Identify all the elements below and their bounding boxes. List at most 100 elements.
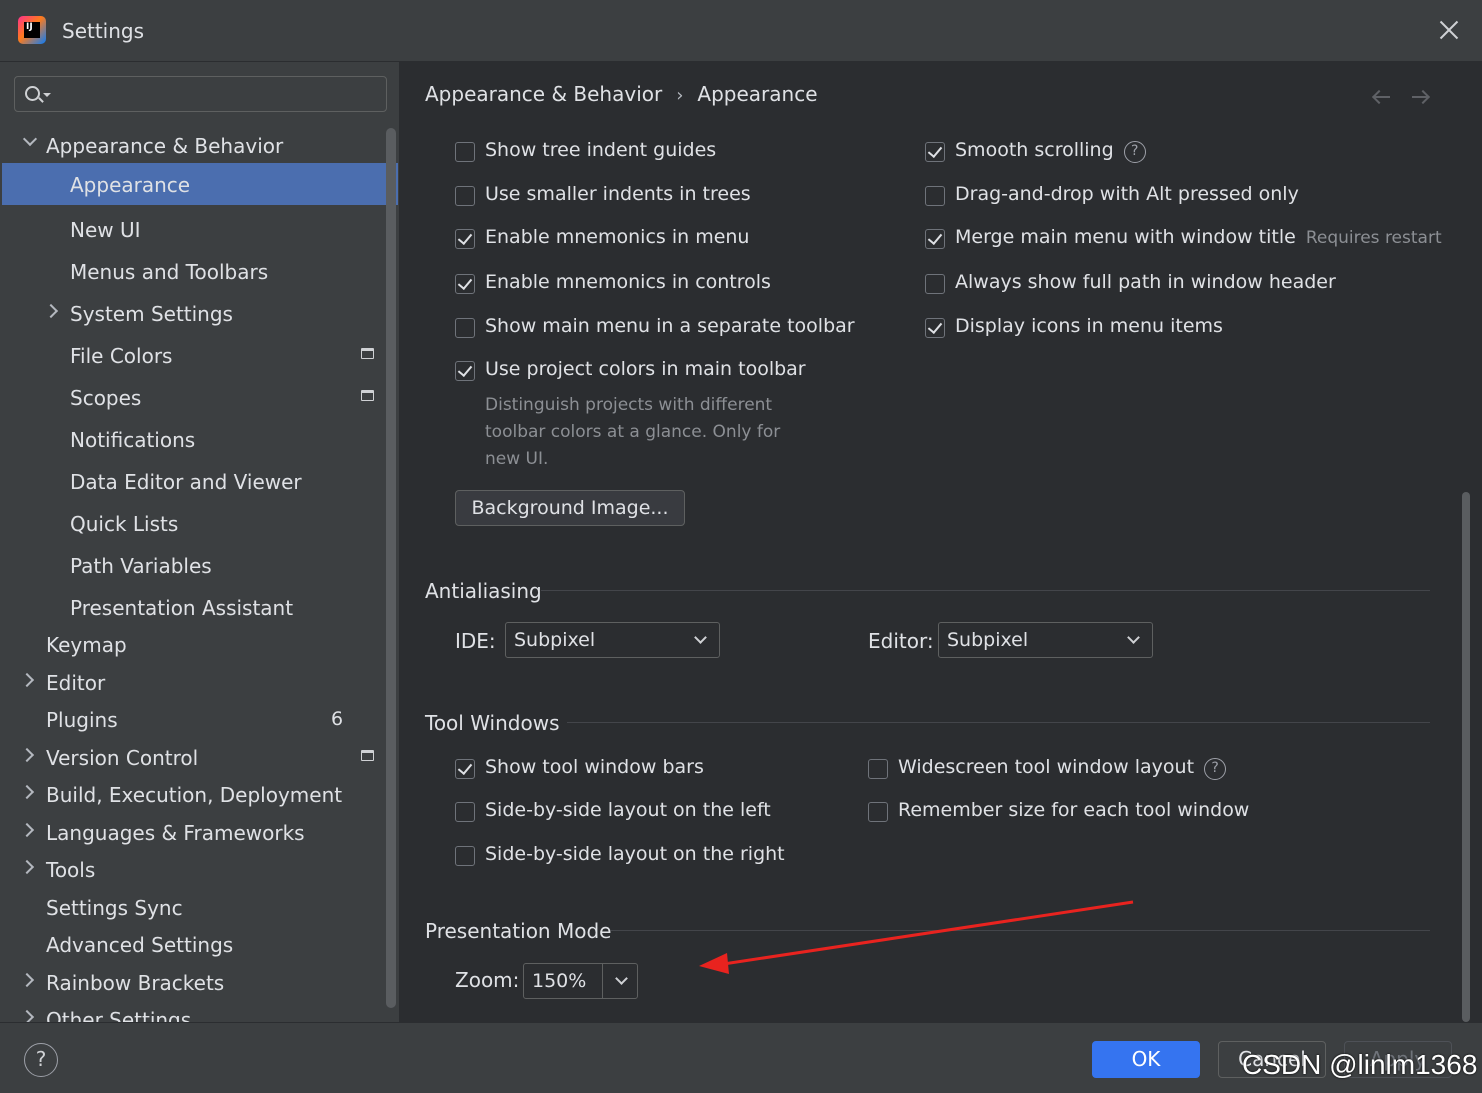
checkbox-label-wrap: Merge main menu with window title Require… <box>955 226 1442 248</box>
checkbox-label: Merge main menu with window title <box>955 226 1296 248</box>
checkbox-box[interactable] <box>455 802 475 822</box>
sidebar-item-settings-sync[interactable]: Settings Sync <box>0 886 399 928</box>
checkbox-label: Display icons in menu items <box>955 315 1223 337</box>
sidebar-item-label: Quick Lists <box>70 512 179 536</box>
sidebar-item-label: Advanced Settings <box>46 933 234 957</box>
search-input[interactable] <box>57 81 377 107</box>
editor-antialiasing-select[interactable]: Subpixel <box>938 622 1153 658</box>
sidebar-item-quick-lists[interactable]: Quick Lists <box>0 502 399 544</box>
sidebar-item-rainbow-brackets[interactable]: Rainbow Brackets <box>0 961 399 1003</box>
close-icon[interactable] <box>1437 18 1461 42</box>
project-colors-description: Distinguish projects with different tool… <box>485 395 781 469</box>
checkbox-label: Always show full path in window header <box>955 271 1336 293</box>
sidebar-item-label: Languages & Frameworks <box>46 821 305 845</box>
sidebar-item-build-execution[interactable]: Build, Execution, Deployment <box>0 773 399 815</box>
intellij-logo-icon: IJ <box>18 16 46 44</box>
ok-button[interactable]: OK <box>1092 1041 1200 1078</box>
presentation-mode-section-title: Presentation Mode <box>425 919 612 943</box>
checkbox-box[interactable] <box>925 142 945 162</box>
checkbox-label: Use project colors in main toolbar <box>485 358 806 380</box>
checkbox-label: Widescreen tool window layout <box>898 756 1195 778</box>
sidebar-item-notifications[interactable]: Notifications <box>0 418 399 460</box>
breadcrumb-current: Appearance <box>697 82 818 106</box>
checkbox-label: Side-by-side layout on the left <box>485 799 771 821</box>
checkbox-box[interactable] <box>925 186 945 206</box>
ide-antialiasing-select[interactable]: Subpixel <box>505 622 720 658</box>
checkbox-label: Drag-and-drop with Alt pressed only <box>955 183 1299 205</box>
sidebar-item-system-settings[interactable]: System Settings <box>0 292 399 334</box>
sidebar-item-label: Tools <box>46 858 96 882</box>
checkbox-box[interactable] <box>455 361 475 381</box>
sidebar-item-version-control[interactable]: Version Control <box>0 736 399 778</box>
sidebar-item-editor[interactable]: Editor <box>0 661 399 703</box>
checkbox-box[interactable] <box>455 229 475 249</box>
breadcrumb-parent[interactable]: Appearance & Behavior <box>425 82 662 106</box>
checkbox-box[interactable] <box>455 274 475 294</box>
chevron-right-icon[interactable] <box>19 972 35 988</box>
checkbox-box[interactable] <box>925 318 945 338</box>
section-divider <box>541 590 1430 591</box>
back-arrow-icon[interactable] <box>1372 90 1392 104</box>
sidebar-item-appearance[interactable]: Appearance <box>2 163 398 205</box>
watermark: CSDN @linlm1368 <box>1242 1049 1478 1080</box>
select-value: Subpixel <box>947 629 1029 651</box>
checkbox-label-wrap: Widescreen tool window layout? <box>898 756 1227 780</box>
help-icon[interactable]: ? <box>1204 758 1227 780</box>
sidebar-item-label: New UI <box>70 218 141 242</box>
checkbox-box[interactable] <box>455 186 475 206</box>
sidebar-item-data-editor[interactable]: Data Editor and Viewer <box>0 460 399 502</box>
help-icon[interactable]: ? <box>1123 141 1146 163</box>
chevron-down-icon[interactable] <box>615 972 628 985</box>
sidebar-item-plugins[interactable]: Plugins 6 <box>0 698 399 740</box>
checkbox-box[interactable] <box>868 802 888 822</box>
checkbox-box[interactable] <box>455 318 475 338</box>
sidebar-item-languages-frameworks[interactable]: Languages & Frameworks <box>0 811 399 853</box>
sidebar-item-label: Appearance <box>70 173 191 197</box>
chevron-right-icon[interactable] <box>19 822 35 838</box>
sidebar-item-path-variables[interactable]: Path Variables <box>0 544 399 586</box>
content-scrollbar[interactable] <box>1462 492 1470 1022</box>
logo-letters: IJ <box>26 22 33 32</box>
checkbox-box[interactable] <box>455 142 475 162</box>
annotation-arrow <box>699 900 1134 974</box>
sidebar-item-label: Presentation Assistant <box>70 596 294 620</box>
search-options-caret-icon[interactable] <box>43 93 51 97</box>
sidebar-item-keymap[interactable]: Keymap <box>0 623 399 665</box>
sidebar-item-scopes[interactable]: Scopes <box>0 376 399 418</box>
forward-arrow-icon[interactable] <box>1410 90 1430 104</box>
sidebar-item-other-settings[interactable]: Other Settings <box>0 998 399 1022</box>
sidebar-item-appearance-behavior[interactable]: Appearance & Behavior <box>0 124 399 166</box>
background-image-button[interactable]: Background Image... <box>455 490 685 526</box>
checkbox-box[interactable] <box>455 846 475 866</box>
zoom-label: Zoom: <box>455 968 520 992</box>
sidebar-item-new-ui[interactable]: New UI <box>0 208 399 250</box>
checkbox-box[interactable] <box>455 759 475 779</box>
sidebar-item-file-colors[interactable]: File Colors <box>0 334 399 376</box>
sidebar-item-menus-toolbars[interactable]: Menus and Toolbars <box>0 250 399 292</box>
checkbox-box[interactable] <box>868 759 888 779</box>
zoom-select[interactable]: 150% <box>523 963 638 999</box>
checkbox-box[interactable] <box>925 229 945 249</box>
help-button[interactable]: ? <box>24 1043 58 1077</box>
chevron-down-icon[interactable] <box>22 131 38 147</box>
checkbox-label: Use smaller indents in trees <box>485 183 751 205</box>
checkbox-label: Enable mnemonics in controls <box>485 271 771 293</box>
search-box[interactable] <box>14 76 387 112</box>
sidebar-item-label: Appearance & Behavior <box>46 134 284 158</box>
checkbox-label: Show tool window bars <box>485 756 704 778</box>
chevron-right-icon[interactable] <box>43 303 59 319</box>
settings-content-panel: Appearance & Behavior › Appearance Show tr… <box>399 62 1482 1022</box>
sidebar-item-label: Plugins <box>46 708 118 732</box>
chevron-right-icon[interactable] <box>19 784 35 800</box>
checkbox-label-wrap: Smooth scrolling? <box>955 139 1146 163</box>
checkbox-box[interactable] <box>925 274 945 294</box>
chevron-right-icon[interactable] <box>19 672 35 688</box>
sidebar-item-presentation-assistant[interactable]: Presentation Assistant <box>0 586 399 628</box>
checkbox-label: Smooth scrolling <box>955 139 1114 161</box>
sidebar-item-tools[interactable]: Tools <box>0 848 399 890</box>
sidebar-item-advanced-settings[interactable]: Advanced Settings <box>0 923 399 965</box>
sidebar-scrollbar[interactable] <box>386 128 396 1008</box>
chevron-right-icon[interactable] <box>19 747 35 763</box>
chevron-right-icon[interactable] <box>19 859 35 875</box>
chevron-right-icon[interactable] <box>19 1009 35 1022</box>
